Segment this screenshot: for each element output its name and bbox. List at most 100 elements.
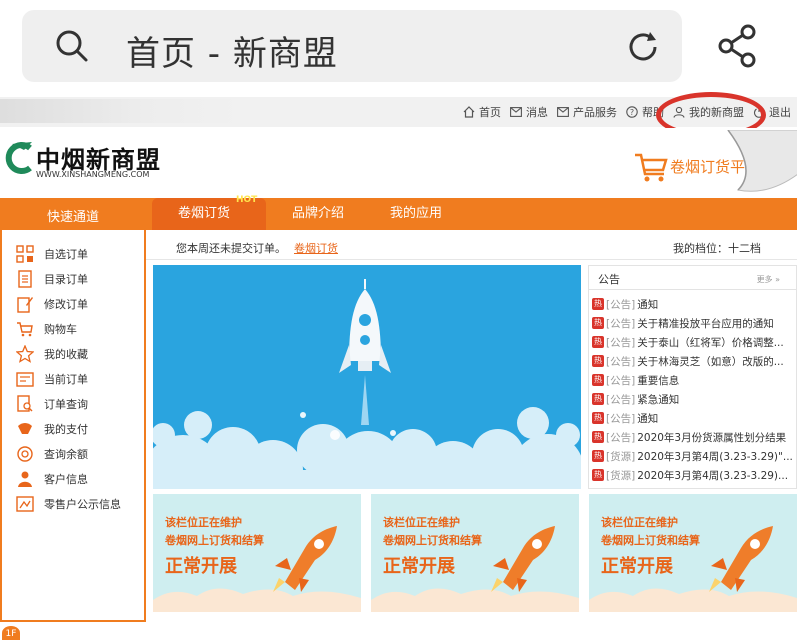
mail-icon bbox=[510, 107, 522, 117]
cigarette-order-link[interactable]: 卷烟订货 bbox=[294, 242, 338, 255]
quick-access-sidebar: 自选订单 目录订单 修改订单 购物车 我的收藏 当前订单 订单查询 我的支付 查… bbox=[0, 230, 146, 622]
share-icon[interactable] bbox=[714, 22, 762, 70]
hot-tag: 热 bbox=[592, 317, 604, 329]
sidebar-item-current-order[interactable]: 当前订单 bbox=[16, 369, 88, 389]
announcement-category: [公告] bbox=[606, 355, 636, 368]
sidebar-item-label: 购物车 bbox=[44, 323, 77, 336]
sidebar-item-label: 我的收藏 bbox=[44, 348, 88, 361]
sidebar-item-label: 目录订单 bbox=[44, 273, 88, 286]
more-link[interactable]: 更多 » bbox=[757, 274, 780, 285]
hot-tag: 热 bbox=[592, 393, 604, 405]
mail-icon bbox=[557, 107, 569, 117]
sidebar-item-label: 修改订单 bbox=[44, 298, 88, 311]
toplink-label: 退出 bbox=[769, 106, 791, 119]
toplink-messages[interactable]: 消息 bbox=[510, 104, 548, 120]
announcement-text: 关于泰山（红将军）价格调整... bbox=[637, 336, 784, 349]
search-icon[interactable] bbox=[54, 28, 90, 64]
address-bar[interactable]: 首页 - 新商盟 bbox=[22, 10, 682, 82]
floor-badge: 1F bbox=[2, 626, 20, 640]
sidebar-item-retailer-publicity[interactable]: 零售户公示信息 bbox=[16, 494, 121, 514]
promo-line1: 该栏位正在维护 bbox=[165, 516, 242, 529]
cart-icon bbox=[635, 153, 668, 182]
tab-label: 品牌介绍 bbox=[292, 206, 345, 221]
tab-brand-intro[interactable]: 品牌介绍 bbox=[292, 198, 362, 230]
customer-icon bbox=[18, 471, 32, 487]
publicity-icon bbox=[16, 496, 34, 512]
sidebar-item-catalog-order[interactable]: 目录订单 bbox=[16, 269, 88, 289]
rocket-icon bbox=[709, 526, 773, 592]
rocket-banner[interactable] bbox=[153, 265, 581, 489]
sidebar-item-favorites[interactable]: 我的收藏 bbox=[16, 344, 88, 364]
announcement-item[interactable]: 热 [公告] 2020年3月份货源属性划分结果 bbox=[592, 428, 797, 446]
sidebar-item-my-payment[interactable]: 我的支付 bbox=[16, 419, 88, 439]
hot-tag: 热 bbox=[592, 469, 604, 481]
announcement-item[interactable]: 热 [公告] 关于林海灵芝（如意）改版的... bbox=[592, 352, 797, 370]
sidebar-item-label: 零售户公示信息 bbox=[44, 498, 121, 511]
maintenance-promo-tile[interactable]: 该栏位正在维护 卷烟网上订货和结算 正常开展 bbox=[371, 494, 579, 612]
page-title: 首页 - 新商盟 bbox=[126, 34, 338, 74]
announcement-text: 通知 bbox=[637, 298, 659, 311]
order-notice: 您本周还未提交订单。 卷烟订货 bbox=[176, 240, 338, 256]
sidebar-item-custom-order[interactable]: 自选订单 bbox=[16, 244, 88, 264]
promo-line2: 卷烟网上订货和结算 bbox=[165, 534, 264, 547]
toplink-home[interactable]: 首页 bbox=[463, 104, 501, 120]
promo-line3: 正常开展 bbox=[165, 556, 237, 577]
maintenance-promo-tile[interactable]: 该栏位正在维护 卷烟网上订货和结算 正常开展 bbox=[153, 494, 361, 612]
sidebar-item-order-query[interactable]: 订单查询 bbox=[16, 394, 88, 414]
page-curl-decoration bbox=[727, 130, 797, 192]
sidebar-item-customer-info[interactable]: 客户信息 bbox=[16, 469, 88, 489]
announcement-item[interactable]: 热 [公告] 紧急通知 bbox=[592, 390, 797, 408]
announcement-item[interactable]: 热 [公告] 通知 bbox=[592, 409, 797, 427]
toplink-label: 产品服务 bbox=[573, 106, 617, 119]
tab-label: 我的应用 bbox=[390, 206, 443, 221]
help-icon: ? bbox=[626, 106, 638, 118]
hot-tag: 热 bbox=[592, 298, 604, 310]
sidebar-item-cart[interactable]: 购物车 bbox=[16, 319, 77, 339]
announcement-panel: 公告 更多 » 热 [公告] 通知 热 [公告] 关于精准投放平台应用的通知 热 [公告]… bbox=[588, 265, 797, 489]
announcement-category: [公告] bbox=[606, 412, 636, 425]
grid-icon bbox=[16, 245, 34, 263]
hot-tag: 热 bbox=[592, 450, 604, 462]
promo-line1: 该栏位正在维护 bbox=[601, 516, 678, 529]
sidebar-item-modify-order[interactable]: 修改订单 bbox=[16, 294, 88, 314]
announcement-text: 通知 bbox=[637, 412, 659, 425]
announcement-item[interactable]: 热 [公告] 关于精准投放平台应用的通知 bbox=[592, 314, 797, 332]
tab-my-apps[interactable]: 我的应用 bbox=[390, 198, 460, 230]
toplink-products[interactable]: 产品服务 bbox=[557, 104, 617, 120]
star-icon bbox=[16, 345, 34, 363]
announcement-item[interactable]: 热 [公告] 重要信息 bbox=[592, 371, 797, 389]
rocket-illustration bbox=[153, 279, 581, 489]
browser-toolbar: 首页 - 新商盟 bbox=[0, 0, 797, 95]
hot-tag: 热 bbox=[592, 374, 604, 386]
reload-icon[interactable] bbox=[624, 28, 662, 66]
announcement-text: 2020年3月份货源属性划分结果 bbox=[637, 431, 787, 444]
search-doc-icon bbox=[17, 395, 33, 412]
rocket-icon bbox=[273, 526, 337, 592]
announcement-text: 紧急通知 bbox=[637, 393, 680, 406]
document-icon bbox=[18, 270, 32, 288]
announcement-category: [货源] bbox=[606, 469, 636, 482]
sidebar-item-label: 当前订单 bbox=[44, 373, 88, 386]
cart-icon bbox=[17, 322, 33, 337]
edit-icon bbox=[17, 297, 33, 313]
rocket-icon bbox=[491, 526, 555, 592]
announcement-item[interactable]: 热 [公告] 通知 bbox=[592, 295, 797, 313]
announcement-item[interactable]: 热 [货源] 2020年3月第4周(3.23-3.29)"... bbox=[592, 447, 797, 465]
hot-tag: 热 bbox=[592, 336, 604, 348]
quick-access-title: 快速通道 bbox=[0, 198, 146, 232]
payment-icon bbox=[18, 423, 32, 434]
announcement-item[interactable]: 热 [公告] 关于泰山（红将军）价格调整... bbox=[592, 333, 797, 351]
sidebar-item-label: 订单查询 bbox=[44, 398, 88, 411]
logo-mark-icon bbox=[5, 142, 32, 174]
announcement-item[interactable]: 热 [货源] 2020年3月第4周(3.23-3.29)... bbox=[592, 466, 797, 484]
announcement-category: [公告] bbox=[606, 393, 636, 406]
sidebar-item-check-balance[interactable]: 查询余额 bbox=[16, 444, 88, 464]
announcement-category: [货源] bbox=[606, 450, 636, 463]
maintenance-promo-tile[interactable]: 该栏位正在维护 卷烟网上订货和结算 正常开展 bbox=[589, 494, 797, 612]
sidebar-item-label: 我的支付 bbox=[44, 423, 88, 436]
announcement-header: 公告 更多 » bbox=[589, 266, 796, 290]
order-notice-bar: 您本周还未提交订单。 卷烟订货 我的档位：十二档 bbox=[146, 232, 797, 260]
announcement-text: 关于精准投放平台应用的通知 bbox=[637, 317, 774, 330]
announcement-text: 2020年3月第4周(3.23-3.29)"... bbox=[637, 450, 793, 463]
toplink-label: 消息 bbox=[526, 106, 548, 119]
